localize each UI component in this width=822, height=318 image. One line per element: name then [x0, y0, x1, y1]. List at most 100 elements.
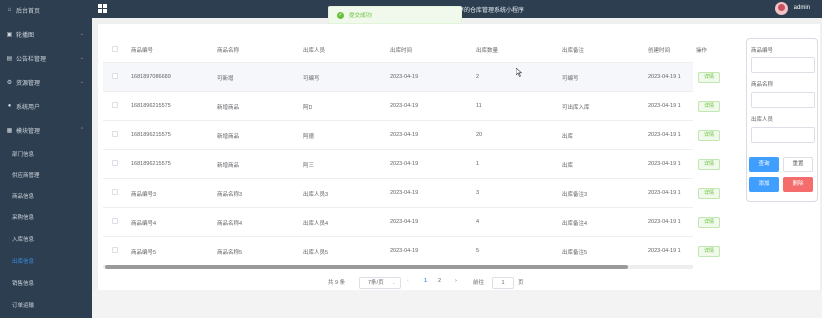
- success-toast: ✓ 提交成功!: [328, 6, 462, 24]
- column-header: 操作: [696, 48, 708, 54]
- notice-icon: ▤: [6, 55, 13, 62]
- table-cell: 出库人员4: [303, 221, 329, 227]
- sidebar-item-modules[interactable]: ▦ 模块管理 ⌃: [0, 121, 92, 139]
- module-icon: ▦: [6, 127, 13, 134]
- goods-name-input[interactable]: [751, 92, 815, 108]
- query-button[interactable]: 查询: [749, 157, 779, 172]
- sidebar-item-notice[interactable]: ▤ 公告栏管理 ⌄: [0, 49, 92, 67]
- mouse-cursor-icon: [516, 68, 522, 77]
- table-cell: 1681897086689: [131, 74, 171, 80]
- row-checkbox[interactable]: [112, 218, 118, 224]
- sidebar-subitem-department[interactable]: 部门信息: [0, 145, 92, 163]
- table-row[interactable]: 商品编号5 商品名称5 出库人员5 2023-04-19 5 出库备注5 2023-04-1…: [103, 237, 720, 266]
- goto-page-input[interactable]: 1: [492, 277, 514, 289]
- detail-button[interactable]: 详情: [698, 101, 720, 112]
- table-cell: 新增商品: [217, 163, 240, 169]
- table-row[interactable]: 商品编号4 商品名称4 出库人员4 2023-04-19 4 出库备注4 2023-04-1…: [103, 208, 720, 237]
- row-checkbox[interactable]: [112, 73, 118, 79]
- avatar[interactable]: [775, 2, 788, 15]
- table-row[interactable]: 1681896215575 新增商品 阿D 2023-04-19 11 可出库入库 2023…: [103, 92, 720, 121]
- prev-page-icon[interactable]: ‹: [407, 278, 409, 284]
- select-all-checkbox[interactable]: [112, 46, 118, 52]
- table-cell: 商品名称5: [217, 250, 243, 256]
- sidebar-subitem-outbound[interactable]: 出库信息: [0, 252, 92, 270]
- sidebar-subitem-sales[interactable]: 销售信息: [0, 274, 92, 292]
- table-cell: 3: [476, 190, 480, 196]
- table-cell: 可编写: [562, 76, 579, 82]
- sidebar-item-label: 模块管理: [16, 128, 41, 135]
- next-page-icon[interactable]: ›: [455, 278, 457, 284]
- table-cell: 阿三: [303, 163, 315, 169]
- sidebar-subitem-label: 采购信息: [12, 215, 35, 221]
- chevron-down-icon: ⌄: [79, 79, 84, 85]
- add-button[interactable]: 添加: [749, 177, 779, 192]
- column-header: 创建时间: [648, 48, 671, 54]
- detail-button[interactable]: 详情: [698, 246, 720, 257]
- sidebar-item-resources[interactable]: ⚙ 资源管理 ⌄: [0, 73, 92, 91]
- table-cell: 20: [476, 132, 483, 138]
- detail-button[interactable]: 详情: [698, 159, 720, 170]
- column-header: 出库时间: [390, 48, 413, 54]
- sidebar-item-label: 资源管理: [16, 80, 41, 87]
- table-cell: 商品名称4: [217, 221, 243, 227]
- reset-button[interactable]: 重置: [783, 157, 813, 172]
- sidebar-subitem-transport[interactable]: 订单运输: [0, 296, 92, 314]
- detail-button[interactable]: 详情: [698, 130, 720, 141]
- sidebar-subitem-label: 供应商管理: [12, 173, 40, 179]
- table-cell: 出库人员5: [303, 250, 329, 256]
- row-checkbox[interactable]: [112, 247, 118, 253]
- sidebar-subitem-purchase[interactable]: 采购信息: [0, 208, 92, 226]
- table-row[interactable]: 1681897086689 可新增 可编写 2023-04-19 2 可编写 2023-04…: [103, 63, 720, 92]
- page-size-select[interactable]: 7条/页 ⌄: [359, 277, 401, 289]
- sidebar-item-users[interactable]: ● 系统用户: [0, 97, 92, 115]
- sidebar-subitem-label: 部门信息: [12, 152, 35, 158]
- detail-button[interactable]: 详情: [698, 72, 720, 83]
- sidebar-item-label: 公告栏管理: [16, 56, 47, 63]
- row-checkbox[interactable]: [112, 102, 118, 108]
- table-header: 商品编号 商品名称 出库人员 出库时间 出库数量 出库备注 创建时间 操作: [103, 37, 707, 63]
- check-circle-icon: ✓: [337, 11, 344, 19]
- table-row[interactable]: 1681896215575 新增商品 阿三 2023-04-19 1 出库 2023-04-…: [103, 150, 720, 179]
- table-cell: 11: [476, 103, 482, 109]
- detail-button[interactable]: 详情: [698, 217, 720, 228]
- row-checkbox[interactable]: [112, 189, 118, 195]
- username[interactable]: admin: [794, 5, 810, 11]
- table-cell: 可新增: [217, 76, 234, 82]
- page-2[interactable]: 2: [438, 278, 441, 284]
- sidebar-item-home[interactable]: ⌂ 后台首页: [0, 1, 92, 19]
- detail-button[interactable]: 详情: [698, 188, 720, 199]
- table-cell: 阿德: [303, 134, 315, 140]
- goods-code-input[interactable]: [751, 57, 815, 73]
- row-checkbox[interactable]: [112, 160, 118, 166]
- table-cell: 出库备注5: [562, 250, 588, 256]
- table-row[interactable]: 1681896215575 新增商品 阿德 2023-04-19 20 出库 2023-04…: [103, 121, 720, 150]
- table-cell: 出库备注3: [562, 192, 588, 198]
- sidebar-subitem-supplier[interactable]: 供应商管理: [0, 166, 92, 184]
- table-cell: 出库: [562, 134, 574, 140]
- gear-icon: ⚙: [6, 79, 13, 86]
- search-panel: 商品编号 商品名称 出库人员 查询 重置 添加 删除: [746, 38, 818, 202]
- search-label-person: 出库人员: [751, 117, 774, 123]
- table-cell: 商品名称3: [217, 192, 243, 198]
- table-row[interactable]: 商品编号3 商品名称3 出库人员3 2023-04-19 3 出库备注3 2023-04-1…: [103, 179, 720, 208]
- page-1[interactable]: 1: [424, 278, 427, 284]
- search-label-code: 商品编号: [751, 48, 774, 54]
- table-cell: 2023-04-19 1: [648, 74, 681, 80]
- menu-grid-icon[interactable]: [98, 4, 107, 13]
- table-cell: 2023-04-19: [390, 161, 419, 167]
- column-header: 出库人员: [303, 48, 326, 54]
- horizontal-scrollbar[interactable]: [103, 265, 693, 269]
- table-cell: 1681896215575: [131, 132, 171, 138]
- sidebar-item-carousel[interactable]: ▣ 轮播图 ⌄: [0, 25, 92, 43]
- delete-button[interactable]: 删除: [783, 177, 813, 192]
- table-cell: 1681896215575: [131, 161, 171, 167]
- row-checkbox[interactable]: [112, 131, 118, 137]
- column-header: 出库备注: [562, 48, 585, 54]
- sidebar-subitem-goods[interactable]: 商品信息: [0, 187, 92, 205]
- outbound-person-input[interactable]: [751, 127, 815, 143]
- table-cell: 2023-04-19 1: [648, 219, 681, 225]
- sidebar-subitem-inbound[interactable]: 入库信息: [0, 230, 92, 248]
- scrollbar-thumb[interactable]: [105, 265, 628, 269]
- home-icon: ⌂: [7, 7, 12, 13]
- user-icon: ●: [7, 103, 12, 109]
